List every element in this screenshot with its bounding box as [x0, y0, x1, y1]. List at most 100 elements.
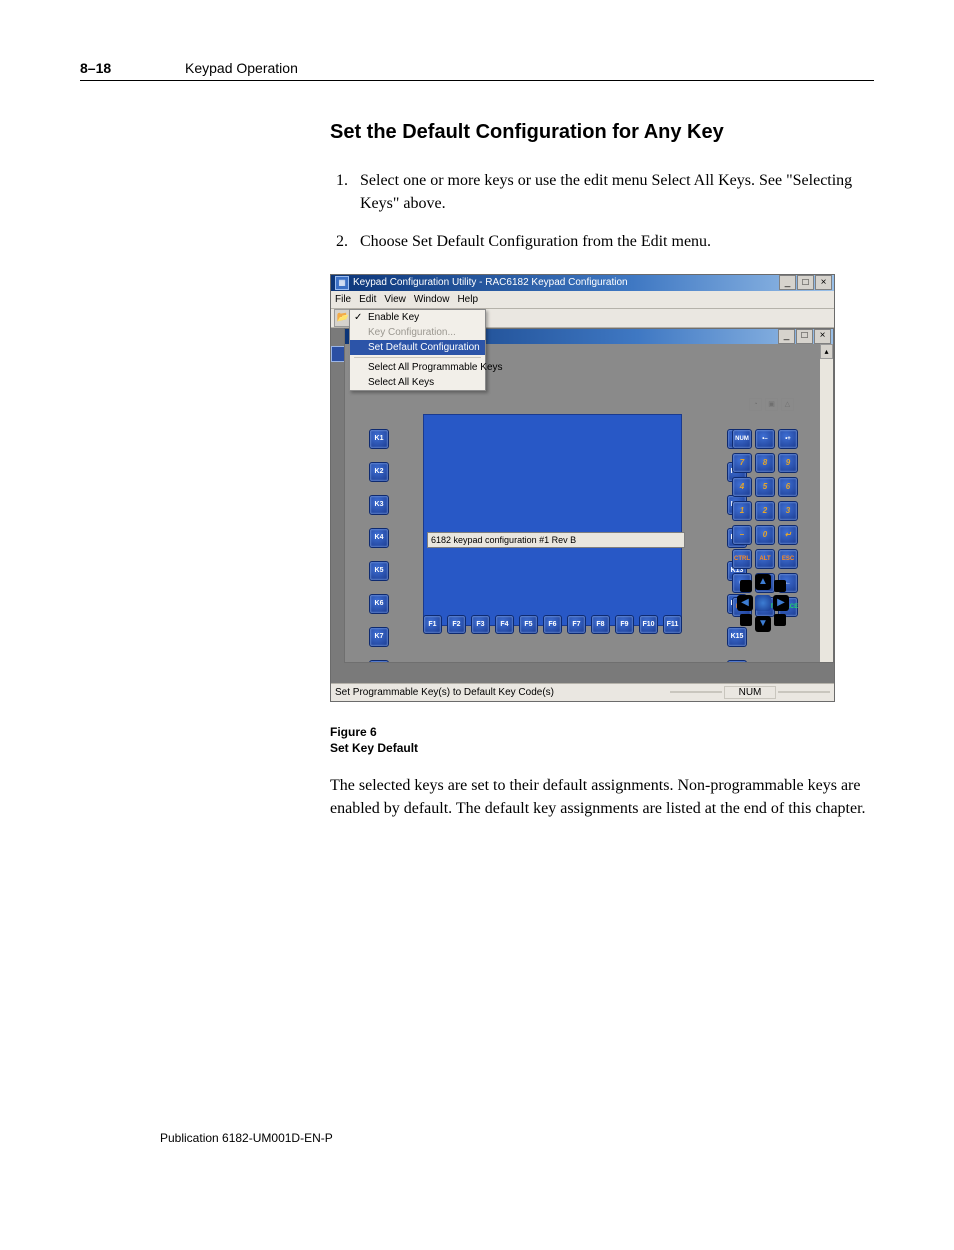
mdi-maximize-button[interactable]: □ — [796, 329, 813, 344]
edit-dropdown: Enable Key Key Configuration... Set Defa… — [349, 309, 486, 391]
key-f10[interactable]: F10 — [639, 615, 658, 634]
numpad-ctrl[interactable]: CTRL — [732, 549, 752, 569]
legend-triangle-icon: △ — [781, 398, 794, 411]
window-title: Keypad Configuration Utility - RAC6182 K… — [353, 277, 779, 288]
minimize-button[interactable]: _ — [779, 275, 796, 290]
key-f8[interactable]: F8 — [591, 615, 610, 634]
step-1: Select one or more keys or use the edit … — [352, 169, 870, 215]
dpad-left[interactable]: ◀ — [737, 595, 753, 611]
numpad-7[interactable]: 7 — [732, 453, 752, 473]
menubar: File Edit View Window Help — [331, 291, 834, 309]
key-k7[interactable]: K7 — [369, 627, 389, 647]
key-f11[interactable]: F11 — [663, 615, 682, 634]
numpad-8[interactable]: 8 — [755, 453, 775, 473]
key-k4[interactable]: K4 — [369, 528, 389, 548]
status-bar: Set Programmable Key(s) to Default Key C… — [331, 683, 834, 701]
menu-item-select-all-prog[interactable]: Select All Programmable Keys — [350, 360, 485, 375]
left-key-column: K1 K2 K3 K4 K5 K6 K7 K8 — [369, 429, 389, 662]
dpad-nw[interactable] — [740, 580, 752, 592]
dpad-down[interactable]: ▼ — [755, 616, 771, 632]
key-k5[interactable]: K5 — [369, 561, 389, 581]
key-f3[interactable]: F3 — [471, 615, 490, 634]
menu-view[interactable]: View — [384, 294, 406, 305]
numpad-4[interactable]: 4 — [732, 477, 752, 497]
section-name: Keypad Operation — [185, 60, 298, 76]
maximize-button[interactable]: □ — [797, 275, 814, 290]
mdi-close-button[interactable]: × — [814, 329, 831, 344]
close-button[interactable]: × — [815, 275, 832, 290]
app-window: ▦ Keypad Configuration Utility - RAC6182… — [330, 274, 835, 702]
key-k8[interactable]: K8 — [369, 660, 389, 662]
numpad-alt[interactable]: ALT — [755, 549, 775, 569]
numpad-num[interactable]: NUM — [732, 429, 752, 449]
menu-separator — [354, 357, 481, 358]
figure-caption: Figure 6 Set Key Default — [330, 724, 870, 756]
numpad-bminus[interactable]: •– — [755, 429, 775, 449]
direction-pad: ▲ ▼ ◀ ▶ — [734, 574, 792, 632]
key-f6[interactable]: F6 — [543, 615, 562, 634]
key-f2[interactable]: F2 — [447, 615, 466, 634]
legend-circle-icon: ◔ — [749, 398, 762, 411]
mdi-minimize-button[interactable]: _ — [778, 329, 795, 344]
dpad-up[interactable]: ▲ — [755, 574, 771, 590]
legend-icons: ◔ ▣ △ — [749, 398, 794, 411]
status-empty-1 — [670, 691, 722, 693]
numpad-5[interactable]: 5 — [755, 477, 775, 497]
dpad-sw[interactable] — [740, 614, 752, 626]
body-paragraph: The selected keys are set to their defau… — [330, 774, 870, 820]
key-f9[interactable]: F9 — [615, 615, 634, 634]
numpad-minus[interactable]: – — [732, 525, 752, 545]
menu-item-key-config: Key Configuration... — [350, 325, 485, 340]
numpad-0[interactable]: 0 — [755, 525, 775, 545]
steps-list: Select one or more keys or use the edit … — [330, 169, 870, 254]
numpad-bplus[interactable]: •+ — [778, 429, 798, 449]
dpad-ne[interactable] — [774, 580, 786, 592]
numpad-2[interactable]: 2 — [755, 501, 775, 521]
page-number: 8–18 — [80, 60, 185, 76]
numpad-esc[interactable]: ESC — [778, 549, 798, 569]
publication-footer: Publication 6182-UM001D-EN-P — [160, 1131, 333, 1145]
key-k6[interactable]: K6 — [369, 594, 389, 614]
toolbar: 📂 Enable Key Key Configuration... Set De… — [331, 309, 834, 328]
vertical-scrollbar[interactable]: ▴ — [819, 344, 833, 662]
key-k2[interactable]: K2 — [369, 462, 389, 482]
left-toolbar — [331, 346, 345, 364]
function-key-row: F1 F2 F3 F4 F5 F6 F7 F8 F9 F10 F11 — [423, 615, 682, 634]
key-f4[interactable]: F4 — [495, 615, 514, 634]
key-k3[interactable]: K3 — [369, 495, 389, 515]
status-text: Set Programmable Key(s) to Default Key C… — [335, 687, 668, 698]
section-title: Set the Default Configuration for Any Ke… — [330, 121, 870, 144]
config-name-field[interactable]: 6182 keypad configuration #1 Rev B — [427, 532, 685, 548]
menu-file[interactable]: File — [335, 294, 351, 305]
titlebar: ▦ Keypad Configuration Utility - RAC6182… — [331, 275, 834, 291]
menu-item-set-default[interactable]: Set Default Configuration — [350, 340, 485, 355]
menu-window[interactable]: Window — [414, 294, 450, 305]
figure-title: Set Key Default — [330, 741, 418, 755]
key-f1[interactable]: F1 — [423, 615, 442, 634]
menu-item-enable-key[interactable]: Enable Key — [350, 310, 485, 325]
key-k16[interactable]: K16 — [727, 660, 747, 662]
menu-edit[interactable]: Edit — [359, 294, 376, 305]
legend-square-icon: ▣ — [765, 398, 778, 411]
key-f7[interactable]: F7 — [567, 615, 586, 634]
status-num-indicator: NUM — [724, 686, 776, 699]
numpad-enter[interactable]: ↵ — [778, 525, 798, 545]
numpad-6[interactable]: 6 — [778, 477, 798, 497]
display-screen — [423, 414, 682, 626]
step-2: Choose Set Default Configuration from th… — [352, 230, 870, 253]
status-empty-2 — [778, 691, 830, 693]
numpad-1[interactable]: 1 — [732, 501, 752, 521]
menu-item-select-all-keys[interactable]: Select All Keys — [350, 375, 485, 390]
scroll-up-icon[interactable]: ▴ — [820, 344, 833, 359]
page-header: 8–18 Keypad Operation — [80, 60, 874, 81]
figure-number: Figure 6 — [330, 725, 377, 739]
key-f5[interactable]: F5 — [519, 615, 538, 634]
dpad-se[interactable] — [774, 614, 786, 626]
menu-help[interactable]: Help — [457, 294, 478, 305]
app-icon: ▦ — [335, 276, 349, 290]
numpad-9[interactable]: 9 — [778, 453, 798, 473]
key-k1[interactable]: K1 — [369, 429, 389, 449]
dpad import center[interactable] — [755, 595, 771, 611]
numpad-3[interactable]: 3 — [778, 501, 798, 521]
dpad-right[interactable]: ▶ — [773, 595, 789, 611]
